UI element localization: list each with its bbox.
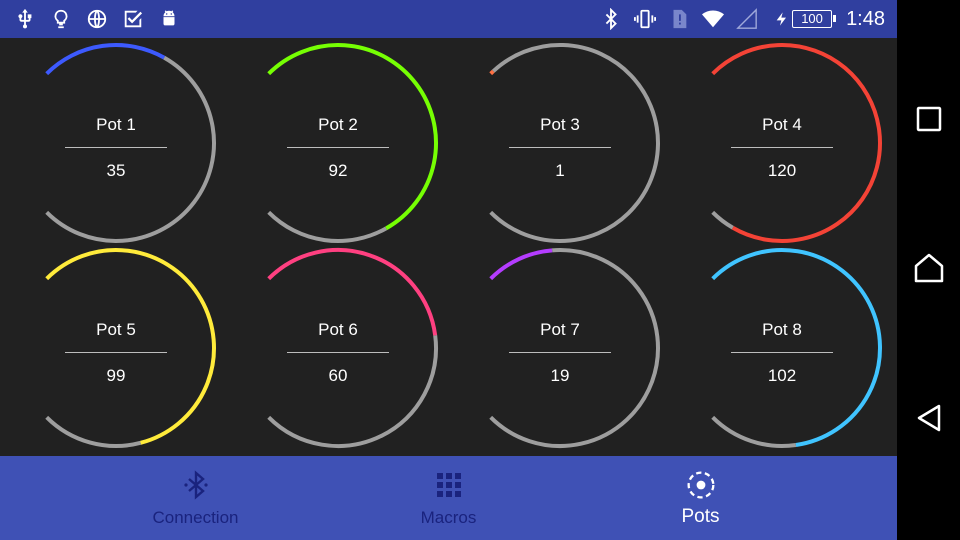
dial-arc bbox=[711, 248, 882, 448]
globe-icon bbox=[86, 8, 108, 30]
pot-label: Pot 4 bbox=[762, 115, 802, 134]
android-icon bbox=[158, 8, 180, 30]
pot-divider bbox=[731, 352, 833, 353]
cell-signal-icon bbox=[736, 8, 758, 30]
bluetooth-icon bbox=[181, 470, 211, 500]
dial-icon bbox=[686, 470, 716, 500]
pot-value: 92 bbox=[328, 161, 348, 180]
pot-dial[interactable]: Pot 5 99 bbox=[5, 248, 227, 448]
pot-label: Pot 8 bbox=[762, 320, 802, 339]
dial-track bbox=[489, 248, 660, 448]
pot-label: Pot 5 bbox=[96, 320, 136, 339]
pot-dial[interactable]: Pot 4 120 bbox=[671, 43, 893, 243]
pot-value: 1 bbox=[555, 161, 565, 180]
dial-track bbox=[45, 55, 216, 243]
dial-value-arc bbox=[45, 43, 166, 76]
pot-value: 35 bbox=[106, 161, 126, 180]
dial-track bbox=[267, 210, 388, 243]
dial-value-arc bbox=[711, 43, 882, 243]
pot-dial[interactable]: Pot 8 102 bbox=[671, 248, 893, 448]
pot-divider bbox=[509, 352, 611, 353]
recents-button[interactable] bbox=[909, 101, 949, 141]
pot-divider bbox=[731, 147, 833, 148]
check-box-icon bbox=[122, 8, 144, 30]
pot-dial[interactable]: Pot 2 92 bbox=[227, 43, 449, 243]
status-notifications bbox=[14, 8, 194, 30]
vibrate-icon bbox=[634, 8, 657, 30]
back-icon bbox=[915, 403, 943, 438]
tab-label: Connection bbox=[152, 508, 239, 527]
pot-label: Pot 6 bbox=[318, 320, 358, 339]
bluetooth-icon bbox=[600, 8, 622, 30]
dial-arc bbox=[489, 43, 660, 243]
grid-icon bbox=[434, 470, 464, 500]
tab-label: Pots bbox=[681, 506, 720, 527]
pots-grid: Pot 1 35 Pot 2 92 Pot 3 1 Pot 4 120 Pot … bbox=[0, 38, 897, 456]
tab-pots[interactable]: Pots bbox=[551, 456, 850, 540]
battery-indicator: 100 bbox=[792, 10, 837, 28]
pot-value: 60 bbox=[328, 366, 348, 385]
dial-value-arc bbox=[489, 69, 495, 76]
dial-arc bbox=[45, 43, 216, 243]
pot-value: 120 bbox=[767, 161, 797, 180]
dial-value-arc bbox=[267, 43, 438, 231]
pot-dial[interactable]: Pot 1 35 bbox=[5, 43, 227, 243]
pot-label: Pot 3 bbox=[540, 115, 580, 134]
pot-divider bbox=[65, 352, 167, 353]
dial-arc bbox=[45, 248, 216, 448]
pot-dial[interactable]: Pot 7 19 bbox=[449, 248, 671, 448]
status-system: 100 1:48 bbox=[588, 8, 885, 31]
usb-icon bbox=[14, 8, 36, 30]
pot-value: 102 bbox=[767, 366, 797, 385]
dial-track bbox=[45, 415, 142, 448]
system-navigation-bar bbox=[897, 0, 960, 540]
dial-value-arc bbox=[711, 248, 882, 447]
bottom-navigation: Connection Macros Pots bbox=[0, 456, 897, 540]
home-icon bbox=[913, 252, 945, 289]
pot-label: Pot 2 bbox=[318, 115, 358, 134]
pot-value: 19 bbox=[550, 366, 570, 385]
pot-divider bbox=[287, 352, 389, 353]
pot-value: 99 bbox=[106, 366, 126, 385]
pot-dial[interactable]: Pot 6 60 bbox=[227, 248, 449, 448]
dial-arc bbox=[711, 43, 882, 243]
dial-arc bbox=[489, 248, 660, 448]
dial-track bbox=[489, 43, 660, 243]
charging-icon bbox=[774, 8, 790, 30]
dial-arc bbox=[267, 248, 438, 448]
tab-label: Macros bbox=[420, 508, 477, 527]
dial-value-arc bbox=[489, 248, 553, 281]
dial-track bbox=[711, 415, 797, 448]
pot-divider bbox=[509, 147, 611, 148]
dial-arc bbox=[267, 43, 438, 243]
sim-alert-icon bbox=[668, 8, 690, 30]
pot-dial[interactable]: Pot 3 1 bbox=[449, 43, 671, 243]
recents-icon bbox=[916, 106, 942, 137]
home-button[interactable] bbox=[909, 250, 949, 290]
wifi-icon bbox=[702, 8, 725, 30]
pot-label: Pot 7 bbox=[540, 320, 580, 339]
status-bar: 100 1:48 bbox=[0, 0, 897, 38]
clock: 1:48 bbox=[846, 7, 885, 30]
pot-divider bbox=[65, 147, 167, 148]
pot-divider bbox=[287, 147, 389, 148]
dial-value-arc bbox=[45, 248, 216, 445]
dial-track bbox=[711, 210, 734, 230]
pot-label: Pot 1 bbox=[96, 115, 136, 134]
back-button[interactable] bbox=[909, 400, 949, 440]
lightbulb-icon bbox=[50, 8, 72, 30]
